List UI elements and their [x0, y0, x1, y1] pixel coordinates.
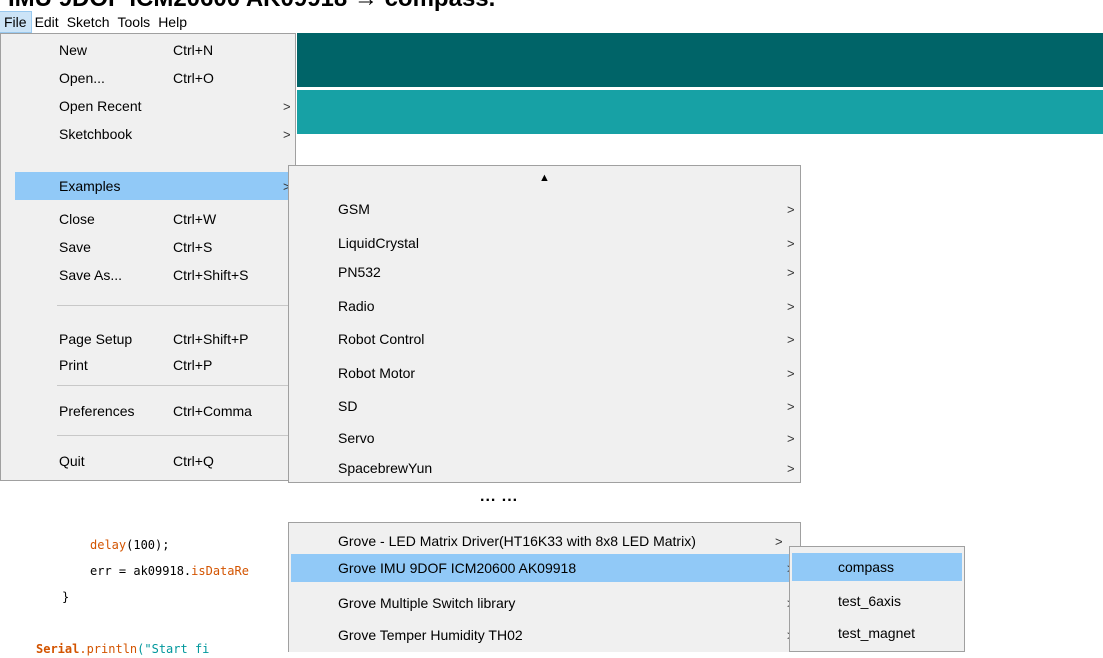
- menu-help[interactable]: Help: [154, 12, 191, 32]
- library-examples-submenu: compass test_6axis test_magnet: [789, 546, 965, 652]
- example-item-grove-temper-humidity[interactable]: Grove Temper Humidity TH02 >: [291, 621, 799, 649]
- chevron-right-icon: >: [787, 430, 795, 446]
- code-obj-serial: Serial: [36, 642, 80, 656]
- menu-item-open-recent[interactable]: Open Recent >: [3, 92, 293, 120]
- chevron-right-icon: >: [787, 298, 795, 314]
- chevron-right-icon: >: [283, 98, 291, 114]
- chevron-right-icon: >: [787, 398, 795, 414]
- menu-item-save[interactable]: Save Ctrl+S: [3, 233, 293, 261]
- code-line-err: err = ak09918.isDataRe: [90, 562, 249, 580]
- chevron-right-icon: >: [283, 126, 291, 142]
- code-string: ("Start fi: [137, 642, 210, 656]
- scroll-up-icon[interactable]: ▲: [289, 168, 800, 188]
- example-item-grove-led-matrix[interactable]: Grove - LED Matrix Driver(HT16K33 with 8…: [291, 527, 799, 555]
- code-fn-delay: delay: [90, 538, 127, 552]
- code-line-delay: delay(100);: [90, 536, 169, 554]
- example-item-grove-imu-9dof[interactable]: Grove IMU 9DOF ICM20600 AK09918 >: [291, 554, 795, 582]
- menubar: File Edit Sketch Tools Help: [0, 11, 1103, 33]
- menu-separator: [57, 305, 293, 306]
- menu-item-save-as[interactable]: Save As... Ctrl+Shift+S: [3, 261, 293, 289]
- menu-item-page-setup[interactable]: Page Setup Ctrl+Shift+P: [3, 325, 293, 353]
- examples-submenu-lower: Grove - LED Matrix Driver(HT16K33 with 8…: [288, 522, 801, 652]
- ellipsis-gap: ... ...: [480, 488, 519, 505]
- example-item-spacebrewyun[interactable]: SpacebrewYun >: [291, 454, 799, 482]
- menu-item-preferences[interactable]: Preferences Ctrl+Comma: [3, 397, 293, 425]
- chevron-right-icon: >: [787, 365, 795, 381]
- menu-item-close[interactable]: Close Ctrl+W: [3, 205, 293, 233]
- chevron-right-icon: >: [787, 460, 795, 476]
- code-fn-println: .println: [79, 642, 138, 656]
- code-assign: err = ak09918.: [90, 564, 192, 578]
- chevron-right-icon: >: [787, 331, 795, 347]
- menu-item-examples[interactable]: Examples >: [15, 172, 293, 200]
- menu-file[interactable]: File: [0, 11, 32, 33]
- menu-item-quit[interactable]: Quit Ctrl+Q: [3, 447, 293, 475]
- menu-item-new[interactable]: New Ctrl+N: [3, 36, 293, 64]
- example-item-servo[interactable]: Servo >: [291, 424, 799, 452]
- chevron-right-icon: >: [775, 533, 783, 549]
- code-fn-isdataready: isDataRe: [191, 564, 249, 578]
- example-item-gsm[interactable]: GSM >: [291, 195, 799, 223]
- example-item-sd[interactable]: SD >: [291, 392, 799, 420]
- chevron-right-icon: >: [787, 235, 795, 251]
- example-item-radio[interactable]: Radio >: [291, 292, 799, 320]
- chevron-right-icon: >: [787, 264, 795, 280]
- menu-edit[interactable]: Edit: [31, 12, 63, 32]
- code-args: (100);: [126, 538, 170, 552]
- example-item-robot-control[interactable]: Robot Control >: [291, 325, 799, 353]
- example-test-6axis[interactable]: test_6axis: [792, 587, 962, 615]
- code-line-serial: Serial.println("Start fi: [36, 640, 209, 658]
- example-item-liquidcrystal[interactable]: LiquidCrystal >: [291, 229, 799, 257]
- menu-item-open[interactable]: Open... Ctrl+O: [3, 64, 293, 92]
- example-test-magnet[interactable]: test_magnet: [792, 619, 962, 647]
- example-item-grove-multiple-switch[interactable]: Grove Multiple Switch library >: [291, 589, 799, 617]
- file-menu: New Ctrl+N Open... Ctrl+O Open Recent > …: [0, 33, 296, 481]
- code-line-brace: }: [62, 590, 70, 604]
- menu-tools[interactable]: Tools: [114, 12, 155, 32]
- menu-item-sketchbook[interactable]: Sketchbook >: [3, 120, 293, 148]
- menu-separator: [57, 435, 293, 436]
- menu-item-print[interactable]: Print Ctrl+P: [3, 351, 293, 379]
- ide-toolbar: [297, 33, 1103, 87]
- ide-tab-bar: [297, 90, 1103, 134]
- example-item-pn532[interactable]: PN532 >: [291, 258, 799, 286]
- menu-separator: [57, 385, 293, 386]
- menu-sketch[interactable]: Sketch: [63, 12, 114, 32]
- page-title: IMU 9DOF ICM20600 AK09918 → compass.: [0, 0, 495, 12]
- examples-submenu: ▲ GSM > LiquidCrystal > PN532 > Radio > …: [288, 165, 801, 483]
- example-compass[interactable]: compass: [792, 553, 962, 581]
- example-item-robot-motor[interactable]: Robot Motor >: [291, 359, 799, 387]
- chevron-right-icon: >: [787, 201, 795, 217]
